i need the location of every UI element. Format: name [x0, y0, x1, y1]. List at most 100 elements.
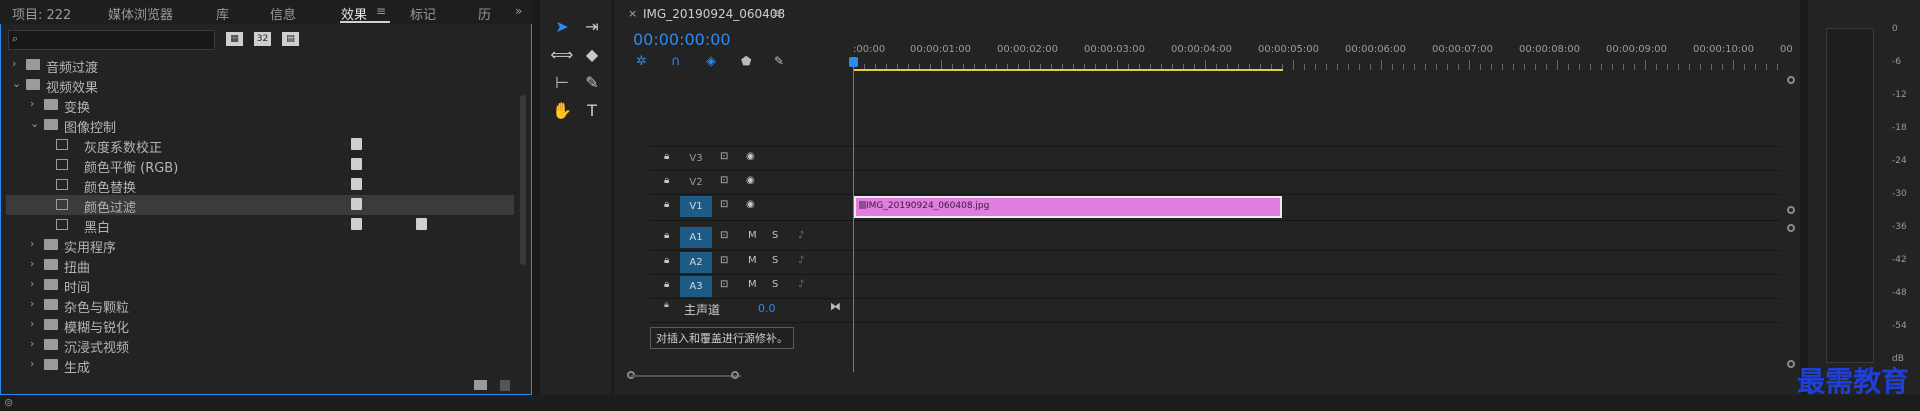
tab-history[interactable]: 历 — [478, 4, 491, 23]
vscroll-handle[interactable] — [1787, 224, 1795, 232]
lock-icon[interactable]: 🔒︎ — [664, 175, 669, 186]
nest-icon[interactable]: ✲ — [636, 54, 647, 69]
sync-lock-icon[interactable]: ⊡ — [720, 199, 728, 210]
tree-folder[interactable]: › 音频过渡 — [6, 55, 514, 76]
close-icon[interactable]: × — [628, 7, 637, 20]
scrollbar[interactable] — [520, 95, 526, 265]
sync-icon[interactable]: ⊜ — [4, 396, 13, 409]
microphone-icon[interactable]: ♪ — [798, 279, 804, 290]
microphone-icon[interactable]: ♪ — [798, 255, 804, 266]
lock-icon[interactable]: 🔒︎ — [664, 279, 669, 290]
track-target-button[interactable]: A1 — [680, 227, 712, 248]
sync-lock-icon[interactable]: ⊡ — [720, 175, 728, 186]
lock-icon[interactable]: 🔒︎ — [664, 199, 669, 210]
tab-project[interactable]: 项目: 222 — [12, 4, 71, 23]
32-bit-icon[interactable]: 32 — [254, 32, 271, 46]
sync-lock-icon[interactable]: ⊡ — [720, 255, 728, 266]
timecode-display[interactable]: 00:00:00:00 — [633, 30, 731, 49]
tree-folder[interactable]: › 杂色与颗粒 — [6, 295, 514, 316]
tree-effect[interactable]: 颜色替换 — [6, 175, 514, 196]
marker-icon[interactable]: ⬟ — [741, 54, 751, 68]
sequence-tab[interactable]: IMG_20190924_060408 — [643, 7, 785, 21]
linked-selection-icon[interactable]: ◈ — [706, 54, 716, 69]
video-clip[interactable]: IMG_20190924_060408.jpg — [854, 196, 1282, 218]
yuv-icon[interactable]: ▤ — [282, 32, 299, 46]
tab-markers[interactable]: 标记 — [410, 4, 436, 23]
chevron-right-icon[interactable]: › — [30, 257, 34, 270]
tree-folder[interactable]: › 模糊与锐化 — [6, 315, 514, 336]
hscroll-end-handle[interactable] — [731, 371, 739, 379]
chevron-right-icon[interactable]: › — [30, 97, 34, 110]
tree-effect[interactable]: 黑白 — [6, 215, 514, 236]
chevron-right-icon[interactable]: › — [30, 317, 34, 330]
solo-button[interactable]: S — [772, 255, 778, 266]
lock-icon[interactable]: 🔒︎ — [664, 151, 669, 162]
work-area-bar[interactable] — [853, 69, 1283, 71]
chevron-right-icon[interactable]: › — [30, 337, 34, 350]
eye-icon[interactable]: ◉ — [746, 199, 755, 210]
chevron-down-icon[interactable]: ⌄ — [12, 77, 21, 90]
mute-button[interactable]: M — [748, 279, 757, 290]
sync-lock-icon[interactable]: ⊡ — [720, 279, 728, 290]
hand-icon[interactable]: ✋ — [550, 100, 574, 122]
lock-icon[interactable]: 🔒︎ — [664, 230, 669, 241]
ripple-edit-icon[interactable]: ⟺ — [550, 44, 574, 66]
slip-icon[interactable]: ⊢ — [550, 72, 574, 94]
solo-button[interactable]: S — [772, 279, 778, 290]
tree-effect[interactable]: 颜色过滤 — [6, 195, 514, 216]
selection-tool-icon[interactable]: ➤ — [550, 16, 574, 38]
chevron-right-icon[interactable]: › — [30, 297, 34, 310]
time-ruler[interactable]: :00:00 00:00:01:00 00:00:02:00 00:00:03:00 0… — [853, 42, 1793, 70]
playhead[interactable] — [853, 60, 854, 372]
chevron-right-icon[interactable]: › — [30, 357, 34, 370]
sync-lock-icon[interactable]: ⊡ — [720, 230, 728, 241]
solo-button[interactable]: S — [772, 230, 778, 241]
chevron-down-icon[interactable]: ⌄ — [30, 117, 39, 130]
lock-icon[interactable]: 🔒︎ — [664, 255, 669, 266]
tree-effect[interactable]: 颜色平衡 (RGB) — [6, 155, 514, 176]
eye-icon[interactable]: ◉ — [746, 175, 755, 186]
mute-button[interactable]: M — [748, 255, 757, 266]
microphone-icon[interactable]: ♪ — [798, 230, 804, 241]
sync-lock-icon[interactable]: ⊡ — [720, 151, 728, 162]
mute-button[interactable]: M — [748, 230, 757, 241]
horizontal-scrollbar[interactable] — [631, 375, 741, 377]
tree-folder[interactable]: › 沉浸式视频 — [6, 335, 514, 356]
master-volume-value[interactable]: 0.0 — [758, 302, 776, 315]
tree-folder[interactable]: › 变换 — [6, 95, 514, 116]
tree-folder[interactable]: › 时间 — [6, 275, 514, 296]
search-input[interactable]: ⌕ — [8, 30, 215, 50]
tree-folder[interactable]: › 扭曲 — [6, 255, 514, 276]
type-tool-icon[interactable]: T — [580, 100, 604, 122]
tree-folder[interactable]: ⌄ 视频效果 — [6, 75, 514, 96]
snap-icon[interactable]: ∩ — [671, 54, 681, 69]
chevron-right-icon[interactable]: › — [30, 237, 34, 250]
track-target-button[interactable]: A2 — [680, 252, 712, 273]
trash-icon[interactable] — [500, 380, 510, 391]
chevron-right-icon[interactable]: › — [30, 277, 34, 290]
tree-folder[interactable]: ⌄ 图像控制 — [6, 115, 514, 136]
vscroll-handle[interactable] — [1787, 206, 1795, 214]
track-target-button[interactable]: V3 — [680, 148, 712, 169]
tab-info[interactable]: 信息 — [270, 4, 296, 23]
wrench-icon[interactable]: ✎ — [774, 54, 784, 68]
eye-icon[interactable]: ◉ — [746, 151, 755, 162]
tree-folder[interactable]: › 实用程序 — [6, 235, 514, 256]
tree-folder[interactable]: › 生成 — [6, 355, 514, 376]
track-target-button[interactable]: A3 — [680, 276, 712, 297]
go-to-in-out-icon[interactable]: ⧓ — [830, 300, 841, 313]
pen-icon[interactable]: ✎ — [580, 72, 604, 94]
razor-icon[interactable]: ◆ — [580, 44, 604, 66]
double-chevron-right-icon[interactable]: » — [515, 4, 522, 18]
track-select-icon[interactable]: ⇥ — [580, 16, 604, 38]
chevron-right-icon[interactable]: › — [12, 57, 16, 70]
tree-effect[interactable]: 灰度系数校正 — [6, 135, 514, 156]
tab-libraries[interactable]: 库 — [216, 4, 229, 23]
vscroll-handle[interactable] — [1787, 76, 1795, 84]
hamburger-icon[interactable]: ≡ — [772, 6, 782, 20]
lock-icon[interactable]: 🔒︎ — [664, 300, 669, 310]
track-target-button[interactable]: V2 — [680, 172, 712, 193]
track-target-button[interactable]: V1 — [680, 196, 712, 217]
vscroll-handle[interactable] — [1787, 360, 1795, 368]
new-folder-icon[interactable] — [474, 380, 487, 390]
